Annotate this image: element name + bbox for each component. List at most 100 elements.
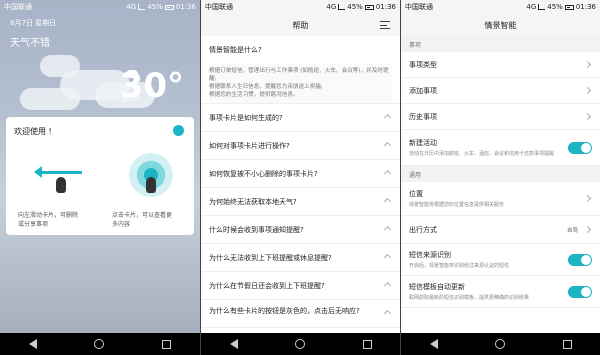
status-right: 4G 45% 01:36 <box>526 3 596 11</box>
network-label: 4G <box>126 3 137 11</box>
faq-question: 什么时候会收到事项通知提醒? <box>209 225 304 234</box>
faq-question: 为什么无法收到上下班提醒或休息提醒? <box>209 253 332 262</box>
section-general: 通用 <box>401 166 600 182</box>
home-icon[interactable] <box>495 339 506 349</box>
carrier-label: 中国联通 <box>205 3 233 11</box>
faq-item[interactable]: 为什么在节假日还会收到上下班提醒? <box>201 272 400 300</box>
row-title: 新建活动 <box>409 139 437 147</box>
menu-icon[interactable] <box>380 21 390 29</box>
faq-item[interactable]: 情景智能是什么? 根据订单短信，管理出行与工作事项 (如航班、火车、会议等)，并… <box>201 36 400 104</box>
faq-question: 为什么有些卡片的按钮是灰色的，点击后无响应? <box>209 307 360 315</box>
carrier-label: 中国联通 <box>4 3 32 11</box>
faq-answer: 根据订单短信，管理出行与工作事项 (如航班、火车、会议等)，并及时提醒; 根据联… <box>209 63 392 103</box>
home-screen: 中国联通 4G 45% 01:36 8月7日 星期日 天气不错 30° 深圳市 … <box>0 0 200 355</box>
screens-container: 中国联通 4G 45% 01:36 8月7日 星期日 天气不错 30° 深圳市 … <box>0 0 600 355</box>
faq-item[interactable]: 为何始终无法获取本地天气? <box>201 188 400 216</box>
page-title: 帮助 <box>292 20 309 30</box>
row-subtitle: 情景智能将根据您的位置信息提供相关服务 <box>409 202 505 208</box>
battery-label: 45% <box>547 3 563 11</box>
page-title: 情景智能 <box>484 20 517 30</box>
location-row[interactable]: 位置 情景智能将根据您的位置信息提供相关服务 <box>401 182 600 216</box>
signal-icon <box>138 4 146 10</box>
faq-item[interactable]: 什么时候会收到事项通知提醒? <box>201 216 400 244</box>
cloud-icon <box>40 55 80 77</box>
travel-mode-row[interactable]: 出行方式 自驾 <box>401 216 600 244</box>
nav-bar <box>0 333 200 355</box>
help-screen: 中国联通 4G 45% 01:36 帮助 情景智能是什么? 根据订单短信，管理出… <box>200 0 400 355</box>
event-type-row[interactable]: 事项类型 <box>401 52 600 78</box>
faq-question: 如何对事项卡片进行操作? <box>209 141 290 150</box>
faq-item[interactable]: 为什么无法收到上下班提醒或休息提醒? <box>201 244 400 272</box>
row-title: 出行方式 <box>409 225 437 234</box>
carrier-label: 中国联通 <box>405 3 433 11</box>
faq-question: 为什么在节假日还会收到上下班提醒? <box>209 281 325 290</box>
settings-header: 情景智能 <box>401 14 600 36</box>
welcome-title: 欢迎使用 ! <box>14 127 52 136</box>
network-label: 4G <box>326 3 337 11</box>
status-bar: 中国联通 4G 45% 01:36 <box>0 0 200 14</box>
row-title: 短信模板自动更新 <box>409 283 465 291</box>
faq-item[interactable]: 为什么有些卡片的按钮是灰色的，点击后无响应? <box>201 300 400 328</box>
swipe-demo <box>34 159 84 195</box>
chevron-right-icon <box>583 194 592 202</box>
recents-icon[interactable] <box>563 339 573 349</box>
hand-icon <box>146 177 156 193</box>
battery-icon <box>564 4 574 10</box>
signal-icon <box>538 4 546 10</box>
faq-question: 为何始终无法获取本地天气? <box>209 197 297 206</box>
sms-source-toggle[interactable] <box>568 253 592 266</box>
city-label: 深圳市 <box>122 96 141 103</box>
back-icon[interactable] <box>429 339 438 349</box>
status-right: 4G 45% 01:36 <box>126 3 196 11</box>
faq-item[interactable]: 如何恢复被不小心删除的事项卡片? <box>201 160 400 188</box>
signal-icon <box>338 4 346 10</box>
row-title: 历史事项 <box>409 112 437 121</box>
battery-icon <box>364 4 374 10</box>
travel-mode-value: 自驾 <box>566 227 578 234</box>
row-title: 短信来源识别 <box>409 251 451 259</box>
faq-item[interactable]: 事项卡片是如何生成的? <box>201 104 400 132</box>
faq-question: 情景智能是什么? <box>209 45 262 54</box>
row-subtitle: 联网获取最新的短信识别模板，提供更精确的识别结果 <box>409 295 530 301</box>
hand-icon <box>56 177 66 193</box>
caption-right: 点击卡片，可以查看更多内容 <box>112 212 173 228</box>
status-right: 4G 45% 01:36 <box>326 3 396 11</box>
section-events: 事项 <box>401 36 600 52</box>
home-icon[interactable] <box>295 339 306 349</box>
row-subtitle: 开启后，情景智能将识别经过来源认证的短信 <box>409 263 510 269</box>
cloud-icon <box>20 88 80 110</box>
history-row[interactable]: 历史事项 <box>401 104 600 130</box>
weather-label: 天气不错 <box>10 38 50 49</box>
back-icon[interactable] <box>229 339 238 349</box>
faq-question: 如何恢复被不小心删除的事项卡片? <box>209 169 318 178</box>
date-label: 8月7日 星期日 <box>10 19 57 27</box>
help-header: 帮助 <box>201 14 400 36</box>
status-bar: 中国联通 4G 45% 01:36 <box>401 0 600 14</box>
row-title: 事项类型 <box>409 60 437 69</box>
battery-label: 45% <box>147 3 163 11</box>
sms-source-row: 短信来源识别 开启后，情景智能将识别经过来源认证的短信 <box>401 244 600 276</box>
time-label: 01:36 <box>375 3 396 11</box>
row-title: 添加事项 <box>409 86 437 95</box>
welcome-card[interactable]: 欢迎使用 ! 向左滑动卡片，可删除或分享事项 点击卡片，可以查看更多内容 <box>6 117 194 235</box>
add-event-row[interactable]: 添加事项 <box>401 78 600 104</box>
network-label: 4G <box>526 3 537 11</box>
bulb-icon[interactable] <box>173 125 184 136</box>
back-icon[interactable] <box>28 339 37 349</box>
battery-icon <box>164 4 174 10</box>
new-event-toggle[interactable] <box>568 141 592 154</box>
nav-bar <box>201 333 400 355</box>
row-subtitle: 自动在日历中添加航班、火车、酒店、会议和信用卡还款事项提醒 <box>409 151 555 157</box>
time-label: 01:36 <box>175 3 196 11</box>
recents-icon[interactable] <box>363 339 373 349</box>
recents-icon[interactable] <box>162 339 172 349</box>
settings-screen: 中国联通 4G 45% 01:36 情景智能 事项 事项类型 添加事项 历史事项 <box>400 0 600 355</box>
battery-label: 45% <box>347 3 363 11</box>
time-label: 01:36 <box>575 3 596 11</box>
sms-template-toggle[interactable] <box>568 285 592 298</box>
row-title: 位置 <box>409 190 423 198</box>
faq-item[interactable]: 如何对事项卡片进行操作? <box>201 132 400 160</box>
new-event-row: 新建活动 自动在日历中添加航班、火车、酒店、会议和信用卡还款事项提醒 <box>401 130 600 166</box>
nav-bar <box>401 333 600 355</box>
home-icon[interactable] <box>94 339 105 349</box>
